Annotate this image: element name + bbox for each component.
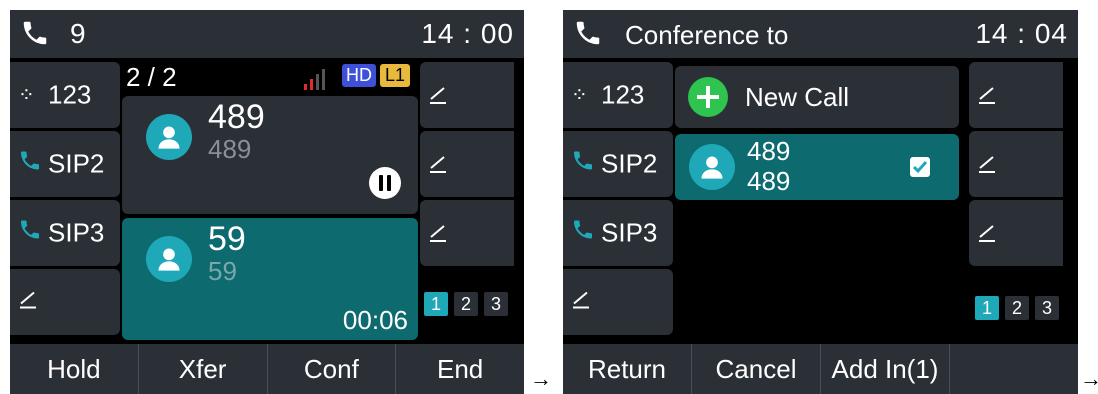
page-indicator: 1 2 3 [975,296,1059,320]
checkbox-checked-icon[interactable] [909,156,931,183]
arrow-icon: → [530,366,552,391]
dsskey-right-3[interactable] [420,200,514,266]
transfer-button[interactable]: Xfer [139,344,268,394]
return-button[interactable]: Return [563,344,692,394]
page-2[interactable]: 2 [454,292,478,316]
person-icon [701,156,723,179]
hold-button[interactable]: Hold [10,344,139,394]
contact-avatar [689,144,735,190]
end-call-button[interactable]: End [396,344,524,394]
edit-icon [430,87,446,104]
add-in-button[interactable]: Add In(1) [821,344,950,394]
dsskey-right-1[interactable] [420,62,514,128]
active-call-card[interactable]: 59 59 00:06 [122,218,418,340]
hd-badge: HD [342,64,376,87]
call-header: 2 / 2 HD L1 [122,60,418,94]
edit-icon [430,225,446,242]
dsskey-sip2[interactable]: SIP2 [10,131,120,197]
edit-icon [430,156,446,173]
edit-icon [979,156,995,173]
dsskey-sip3[interactable]: SIP3 [563,200,673,266]
page-indicator: 1 2 3 [424,292,508,316]
phone-icon [573,17,603,54]
softkey-empty[interactable] [950,344,1078,394]
phone-screen-conference: Conference to 14 : 04 ⁘ 123 SIP2 SIP3 Ne… [563,10,1078,394]
contact-avatar [146,236,192,282]
dsskey-empty[interactable] [563,269,673,335]
softkey-bar: Hold Xfer Conf End [10,344,524,394]
dsskey-label: 123 [601,79,645,110]
held-call-card[interactable]: 489 489 [122,96,418,214]
call-number: 59 [208,256,237,286]
arrow-icon: → [1080,366,1098,391]
dsskey-right-2[interactable] [420,131,514,197]
dsskey-sip2[interactable]: SIP2 [563,131,673,197]
person-icon [158,126,180,149]
dsskey-right-3[interactable] [969,200,1063,266]
conference-contact-item[interactable]: 489 489 [675,134,959,200]
dsskey-label: SIP2 [48,148,105,179]
dsskey-right-1[interactable] [969,62,1063,128]
call-counter: 2 / 2 [126,62,177,92]
screen-title: Conference to [625,20,789,50]
line-badge: L1 [380,64,411,87]
page-1[interactable]: 1 [975,296,999,320]
page-1[interactable]: 1 [424,292,448,316]
dsskey-dialpad[interactable]: ⁘ 123 [563,62,673,128]
contact-avatar [146,114,192,160]
cancel-button[interactable]: Cancel [692,344,821,394]
call-name: 489 [208,98,265,136]
contact-name: 489 [747,136,791,166]
phone-screen-call: 9 14 : 00 ⁘ 123 SIP2 SIP3 2 / 2 HD L1 48… [10,10,524,394]
call-number: 489 [208,134,252,164]
softkey-bar: Return Cancel Add In(1) [563,344,1078,394]
edit-icon [571,287,593,318]
dialpad-icon: ⁘ [18,84,35,107]
person-icon [158,248,180,271]
handset-icon [571,148,595,181]
new-call-item[interactable]: New Call [675,66,959,128]
plus-icon [687,76,729,123]
dsskey-sip3[interactable]: SIP3 [10,200,120,266]
call-name: 59 [208,220,246,258]
clock: 14 : 04 [975,18,1068,49]
handset-icon [571,217,595,250]
dsskey-dialpad[interactable]: ⁘ 123 [10,62,120,128]
conference-button[interactable]: Conf [268,344,397,394]
pause-icon [368,166,402,205]
dsskey-right-2[interactable] [969,131,1063,197]
dsskey-empty[interactable] [10,269,120,335]
dsskey-label: 123 [48,79,92,110]
clock: 14 : 00 [421,18,514,49]
status-bar: 9 14 : 00 [10,10,524,58]
dsskey-label: SIP2 [601,148,658,179]
dialpad-icon: ⁘ [571,84,588,107]
phone-icon [20,17,50,54]
edit-icon [979,225,995,242]
handset-icon [18,148,42,181]
page-3[interactable]: 3 [1035,296,1059,320]
handset-icon [18,217,42,250]
status-bar: Conference to 14 : 04 [563,10,1078,58]
edit-icon [979,87,995,104]
dsskey-label: SIP3 [48,217,105,248]
new-call-label: New Call [745,82,850,112]
dsskey-label: SIP3 [601,217,658,248]
page-3[interactable]: 3 [484,292,508,316]
call-duration: 00:06 [342,305,408,335]
page-2[interactable]: 2 [1005,296,1029,320]
edit-icon [18,287,40,318]
signal-icon [302,68,326,97]
contact-number: 489 [747,166,791,196]
line-number: 9 [70,18,86,49]
